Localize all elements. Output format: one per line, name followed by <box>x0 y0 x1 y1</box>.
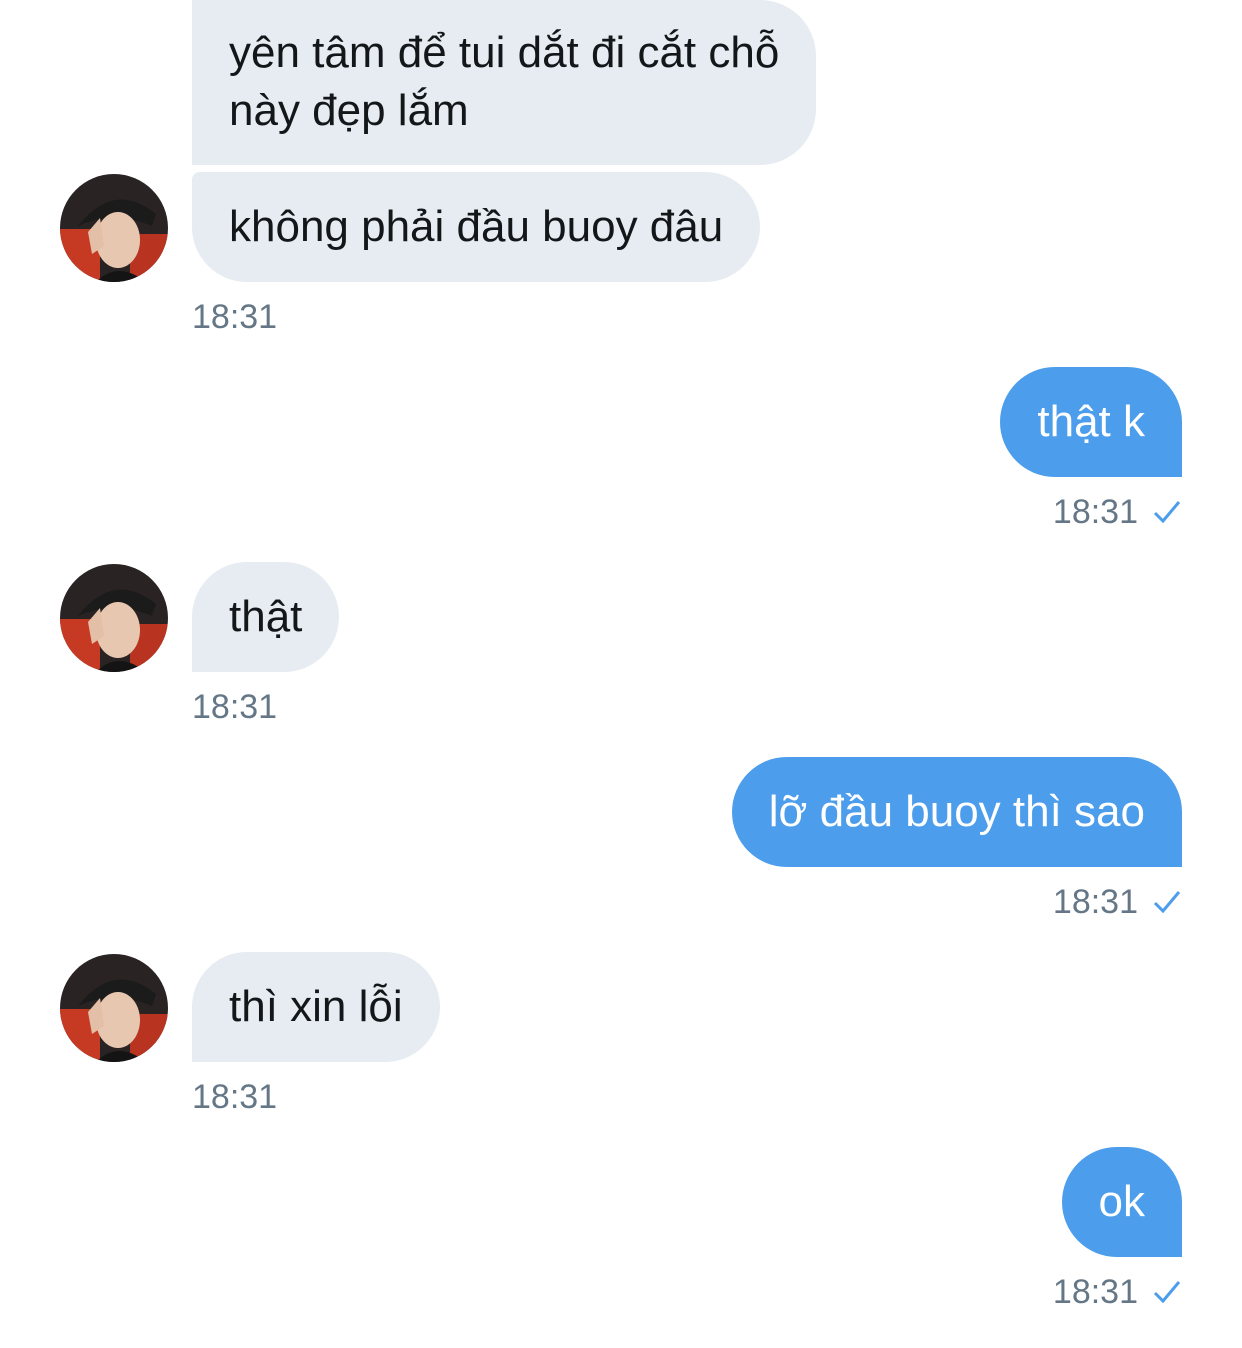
message-text: lỡ đầu buoy thì sao <box>768 787 1145 836</box>
user-photo-icon <box>60 954 168 1062</box>
user-photo-icon <box>60 174 168 282</box>
message-timestamp: 18:31 <box>1052 493 1138 531</box>
message-timestamp: 18:31 <box>1052 883 1138 921</box>
avatar[interactable] <box>60 564 168 672</box>
message-timestamp: 18:31 <box>1052 1273 1138 1311</box>
user-photo-icon <box>60 564 168 672</box>
message-timestamp-row: 18:31 <box>1053 492 1182 532</box>
message-text: thật <box>229 592 303 641</box>
check-icon <box>1152 889 1182 915</box>
message-bubble-outgoing[interactable]: lỡ đầu buoy thì sao <box>731 757 1182 867</box>
message-bubble-incoming[interactable]: thật <box>192 562 340 672</box>
message-text: thật k <box>1037 397 1145 446</box>
message-timestamp: 18:31 <box>192 298 278 336</box>
message-bubble-incoming[interactable]: thì xin lỗi <box>192 952 440 1062</box>
check-icon <box>1152 1279 1182 1305</box>
message-timestamp: 18:31 <box>192 1078 278 1116</box>
message-text: không phải đầu buoy đâu <box>229 202 724 251</box>
message-text: ok <box>1098 1177 1145 1226</box>
avatar[interactable] <box>60 174 168 282</box>
message-timestamp-row: 18:31 <box>1053 1272 1182 1312</box>
message-timestamp-row: 18:31 <box>1053 882 1182 922</box>
message-bubble-outgoing[interactable]: ok <box>1061 1147 1182 1257</box>
message-text-line: này đẹp lắm <box>229 86 469 135</box>
message-timestamp: 18:31 <box>192 688 278 726</box>
avatar[interactable] <box>60 954 168 1062</box>
message-text: thì xin lỗi <box>229 982 403 1031</box>
check-icon <box>1152 499 1182 525</box>
message-bubble-outgoing[interactable]: thật k <box>1000 367 1182 477</box>
message-text-line: yên tâm để tui dắt đi cắt chỗ <box>229 28 780 77</box>
message-bubble-incoming[interactable]: không phải đầu buoy đâu <box>192 172 761 282</box>
message-bubble-incoming[interactable]: yên tâm để tui dắt đi cắt chỗ này đẹp lắ… <box>192 0 817 165</box>
